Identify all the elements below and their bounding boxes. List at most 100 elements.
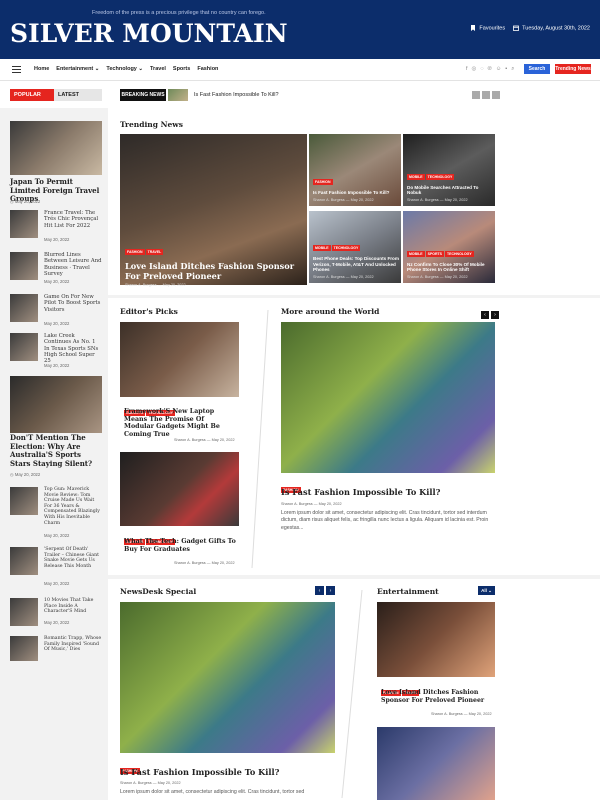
breaking-news-thumbnail[interactable] [168,89,188,101]
search-button[interactable]: Search [524,64,550,74]
author: Sharon A. Burgess [313,198,345,202]
trending-news-button[interactable]: Trending News [555,64,591,74]
list-item[interactable]: 'Serpent Of Death' Trailer – Chinese Gia… [10,547,102,591]
author[interactable]: Sharon A. Burgess [125,283,157,287]
entertainment-filter-dropdown[interactable]: All ⌄ [478,586,495,595]
list-item-date: May 20, 2022 [44,321,70,326]
list-item-thumb [10,598,38,626]
date: May 20, 2022 [350,198,374,202]
trending-card[interactable]: MOBILE SPORTS TECHNOLOGY Nz Confirm To Clo… [403,211,495,283]
newsdesk-feature-image[interactable] [120,602,335,753]
pinterest-icon[interactable]: ℗ [488,66,492,73]
newsdesk-feature-meta: Sharon A. Burgess — May 20, 2022 [120,781,181,785]
trending-card-caption: FASHION Is Fast Fashion Impossible To Ki… [313,170,399,202]
trending-card[interactable]: FASHION Is Fast Fashion Impossible To Ki… [309,134,401,206]
breaking-news-headline[interactable]: Is Fast Fashion Impossible To Kill? [194,92,279,98]
hamburger-menu-icon[interactable] [12,66,21,73]
entertainment-title[interactable]: Love Island Ditches Fashion Sponsor For … [381,689,493,704]
nav-item-travel[interactable]: Travel [150,66,166,72]
tag-badge[interactable]: FASHION [313,179,333,186]
trending-main-title[interactable]: Love Island Ditches Fashion Sponsor For … [125,261,303,281]
author[interactable]: Sharon A. Burgess [174,438,206,442]
list-item[interactable]: Blurred Lines Between Leisure And Busine… [10,252,102,284]
sidebar-hero2-date-text: May 20, 2022 [14,472,41,477]
tag-badge[interactable]: FASHION [125,249,145,255]
breaking-news-label: BREAKING NEWS [120,89,166,101]
nav-item-sports[interactable]: Sports [173,66,190,72]
tag-badge[interactable]: TRAVEL [145,249,164,255]
list-item-date: May 20, 2022 [44,620,70,625]
tag-badge[interactable]: TECHNOLOGY [445,250,474,257]
list-item[interactable]: Lake Creek Continues As No. 1 In Texas S… [10,333,102,371]
editors-pick-title[interactable]: Framework'S New Laptop Means The Promise… [124,408,236,438]
facebook-icon[interactable]: f [466,66,468,73]
tab-latest[interactable]: LATEST [54,89,102,101]
tab-popular[interactable]: POPULAR [10,89,54,101]
favourites-link[interactable]: Favourites [470,25,505,31]
search-icon[interactable]: ⌕ [511,66,514,73]
site-logo[interactable]: SILVER MOUNTAIN [10,19,288,48]
list-item-date: May 20, 2022 [44,363,70,368]
author[interactable]: Sharon A. Burgess [174,561,206,565]
vk-icon[interactable]: ▪ [505,66,507,73]
nav-item-technology[interactable]: Technology ⌄ [106,66,143,72]
sidebar-hero-image[interactable] [10,121,102,175]
sidebar-hero-date: ◷ May 20, 2022 [10,199,41,204]
list-item[interactable]: Romantic Trapp, Whose Family Inspired 'S… [10,636,102,666]
nav-item-fashion[interactable]: Fashion [197,66,218,72]
sidebar-hero2-image[interactable] [10,376,102,433]
tag-badge[interactable]: MOBILE [407,173,425,180]
chevron-right-icon[interactable]: › [326,586,335,595]
entertainment-image[interactable] [377,727,495,800]
author[interactable]: Sharon A. Burgess [120,781,152,785]
trending-card[interactable]: MOBILE TECHNOLOGY Best Phone Deals: Top D… [309,211,401,283]
editors-pick-title[interactable]: What The Tech: Gadget Gifts To Buy For G… [124,538,236,553]
sidebar-hero2-date: ◷ May 20, 2022 [10,472,41,477]
list-item[interactable]: 10 Movies That Take Place Inside A Chara… [10,598,102,628]
list-item-date: May 20, 2022 [44,279,70,284]
instagram-icon[interactable]: ◌ [480,66,483,73]
tag-badge[interactable]: MOBILE [407,250,425,257]
author[interactable]: Sharon A. Burgess [281,502,313,506]
tag-badge[interactable]: TECHNOLOGY [331,245,361,252]
trending-card-caption: MOBILE TECHNOLOGY Do Mobile Searches Attr… [407,165,493,202]
trending-card[interactable]: MOBILE TECHNOLOGY Do Mobile Searches Attr… [403,134,495,206]
newsdesk-feature-title[interactable]: Is Fast Fashion Impossible To Kill? [120,767,279,777]
chevron-right-icon[interactable]: › [491,311,499,319]
tag-badge[interactable]: TECHNOLOGY [425,173,455,180]
sidebar-hero2-title[interactable]: Don'T Mention The Election: Why Are Aust… [10,433,102,468]
list-item[interactable]: France Travel: The Trés Chic Provençal H… [10,210,102,242]
pause-icon[interactable] [482,91,490,99]
sidebar-tabs: POPULAR LATEST [10,89,102,101]
list-item-date: May 20, 2022 [44,237,70,242]
prev-icon[interactable] [472,91,480,99]
world-feature-image[interactable] [281,322,495,473]
list-item[interactable]: Top Gun: Maverick Movie Review: Tom Crui… [10,487,102,539]
list-item-thumb [10,210,38,238]
section-divider [108,295,600,298]
editors-pick-image[interactable] [120,322,239,397]
nav-item-home[interactable]: Home [34,66,49,72]
bookmark-icon [471,25,476,31]
world-feature-title[interactable]: Is Fast Fashion Impossible To Kill? [281,487,440,497]
entertainment-image[interactable] [377,602,495,677]
main-nav: Home Entertainment ⌄ Technology ⌄ Travel… [0,59,600,81]
search-button-label: Search [528,66,546,72]
date: May 20, 2022 [157,781,181,785]
twitter-icon[interactable]: ◎ [472,66,477,73]
chevron-left-icon[interactable]: ‹ [315,586,324,595]
list-item[interactable]: Game On For New Pilot To Boost Sports Vi… [10,294,102,326]
nav-item-entertainment[interactable]: Entertainment ⌄ [56,66,99,72]
tag-badge[interactable]: MOBILE [313,245,331,252]
next-icon[interactable] [492,91,500,99]
newsdesk-carousel-controls: ‹ › [315,586,335,595]
author[interactable]: Sharon A. Burgess [431,712,463,716]
trending-button-label: Trending News [555,66,591,72]
tag-badge[interactable]: SPORTS [425,250,445,257]
chevron-left-icon[interactable]: ‹ [481,311,489,319]
trending-main-meta: Sharon A. Burgess — May 20, 2022 [125,283,186,287]
list-item-title: Romantic Trapp, Whose Family Inspired 'S… [44,636,102,653]
editors-pick-image[interactable] [120,452,239,526]
snapchat-icon[interactable]: ☺ [496,66,502,73]
entertainment-meta: Sharon A. Burgess — May 20, 2022 [431,712,492,716]
